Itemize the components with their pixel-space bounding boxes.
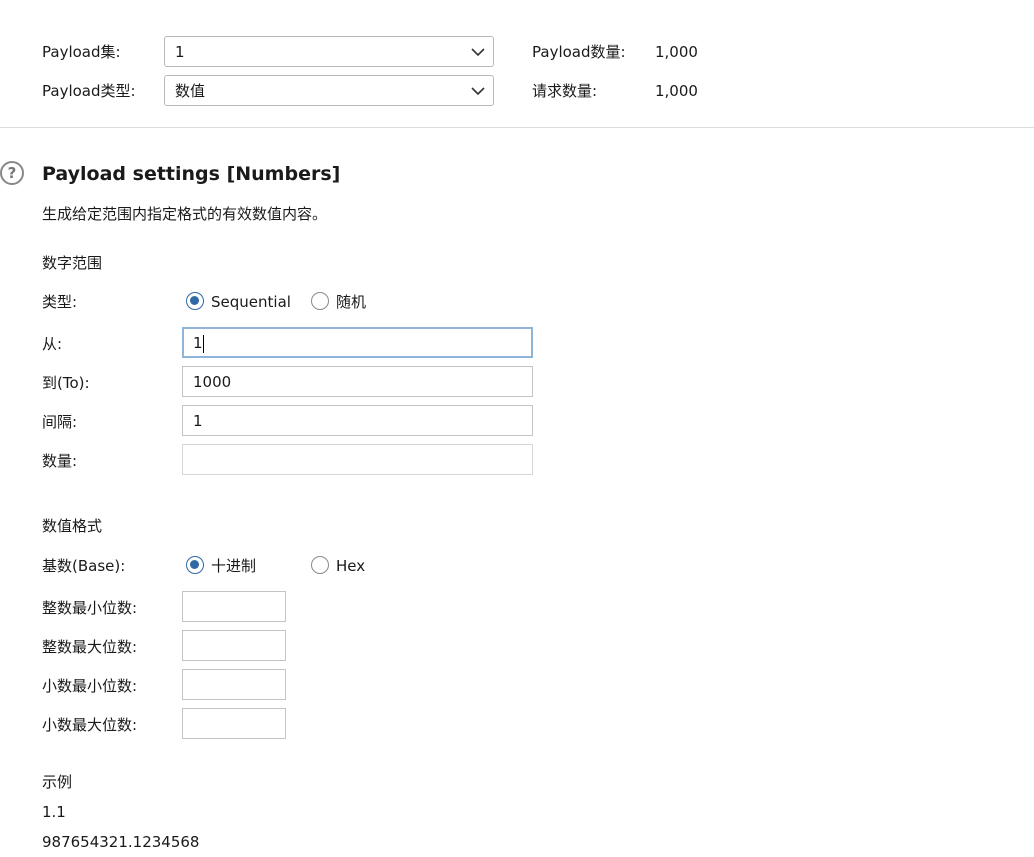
max-fraction-digits-label: 小数最大位数:: [42, 716, 138, 734]
type-label: 类型:: [42, 293, 78, 311]
to-input[interactable]: 1000: [182, 366, 533, 397]
section-description: 生成给定范围内指定格式的有效数值内容。: [42, 205, 328, 223]
payload-set-select[interactable]: 1: [164, 36, 494, 67]
radio-hex[interactable]: [311, 556, 329, 574]
chevron-down-icon: [471, 87, 485, 96]
radio-random[interactable]: [311, 292, 329, 310]
payload-count-value: 1,000: [655, 43, 698, 61]
radio-sequential[interactable]: [186, 292, 204, 310]
radio-decimal-label[interactable]: 十进制: [211, 556, 256, 576]
radio-sequential-label[interactable]: Sequential: [211, 292, 291, 312]
count-input[interactable]: [182, 444, 533, 475]
count-label: 数量:: [42, 452, 78, 470]
min-integer-digits-label: 整数最小位数:: [42, 599, 138, 617]
section-divider: [0, 127, 1034, 128]
to-input-value: 1000: [193, 373, 232, 391]
from-input-value: 1: [193, 334, 203, 352]
help-icon[interactable]: ?: [0, 161, 24, 185]
max-integer-digits-label: 整数最大位数:: [42, 638, 138, 656]
request-count-value: 1,000: [655, 82, 698, 100]
radio-decimal[interactable]: [186, 556, 204, 574]
payload-set-label: Payload集:: [42, 43, 121, 61]
number-range-heading: 数字范围: [42, 254, 103, 272]
radio-hex-label[interactable]: Hex: [336, 556, 365, 576]
payload-type-value: 数值: [175, 82, 206, 100]
text-caret: [203, 335, 204, 353]
min-integer-digits-input[interactable]: [182, 591, 286, 622]
max-integer-digits-input[interactable]: [182, 630, 286, 661]
payload-type-select[interactable]: 数值: [164, 75, 494, 106]
payload-type-label: Payload类型:: [42, 82, 136, 100]
payload-set-value: 1: [175, 43, 185, 61]
from-input[interactable]: 1: [182, 327, 533, 358]
request-count-label: 请求数量:: [532, 82, 598, 100]
example-item: 1.1: [42, 803, 66, 821]
section-title: Payload settings [Numbers]: [42, 163, 341, 185]
step-label: 间隔:: [42, 413, 78, 431]
payload-count-label: Payload数量:: [532, 43, 626, 61]
radio-random-label[interactable]: 随机: [336, 292, 366, 312]
step-input[interactable]: 1: [182, 405, 533, 436]
max-fraction-digits-input[interactable]: [182, 708, 286, 739]
example-item: 987654321.1234568: [42, 833, 200, 851]
chevron-down-icon: [471, 48, 485, 57]
to-label: 到(To):: [42, 374, 90, 392]
number-format-heading: 数值格式: [42, 517, 103, 535]
min-fraction-digits-input[interactable]: [182, 669, 286, 700]
min-fraction-digits-label: 小数最小位数:: [42, 677, 138, 695]
from-label: 从:: [42, 335, 63, 353]
step-input-value: 1: [193, 412, 203, 430]
base-label: 基数(Base):: [42, 557, 126, 575]
examples-heading: 示例: [42, 773, 73, 791]
